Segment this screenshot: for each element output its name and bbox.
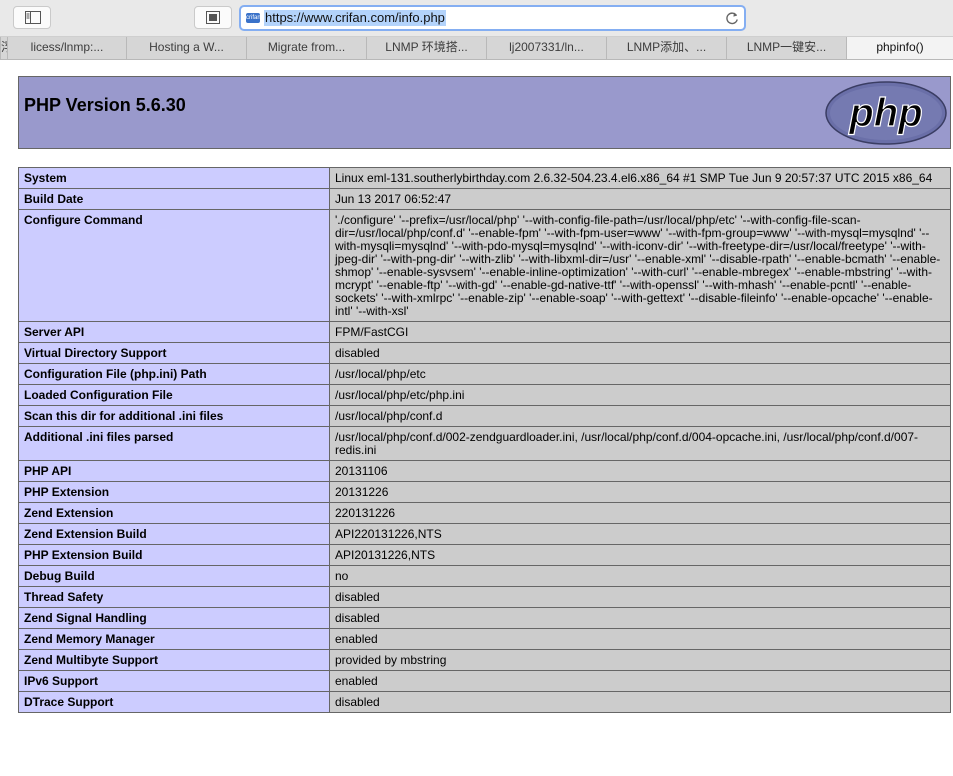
row-key: PHP Extension Build bbox=[18, 544, 330, 566]
row-value: 220131226 bbox=[329, 502, 951, 524]
tab[interactable]: licess/lnmp:... bbox=[7, 37, 126, 59]
tab[interactable]: 浮 bbox=[0, 37, 7, 59]
table-row: Thread Safety disabled bbox=[18, 586, 951, 608]
row-key: PHP Extension bbox=[18, 481, 330, 503]
row-value: provided by mbstring bbox=[329, 649, 951, 671]
row-value: disabled bbox=[329, 607, 951, 629]
row-key: DTrace Support bbox=[18, 691, 330, 713]
table-row: Configuration File (php.ini) Path/usr/lo… bbox=[18, 363, 951, 385]
tab[interactable]: lj2007331/ln... bbox=[486, 37, 606, 59]
row-value: Jun 13 2017 06:52:47 bbox=[329, 188, 951, 210]
row-value: API220131226,NTS bbox=[329, 523, 951, 545]
browser-toolbar: crifan https://www.crifan.com/info.php bbox=[0, 0, 953, 37]
row-value: /usr/local/php/etc/php.ini bbox=[329, 384, 951, 406]
table-row: Zend Signal Handling disabled bbox=[18, 607, 951, 629]
php-header: PHP Version 5.6.30 php bbox=[18, 76, 951, 149]
php-info-table: System Linux eml-131.southerlybirthday.co… bbox=[18, 167, 951, 713]
table-row: Server API FPM/FastCGI bbox=[18, 321, 951, 343]
row-key: Thread Safety bbox=[18, 586, 330, 608]
php-logo: php bbox=[825, 81, 947, 145]
row-value: no bbox=[329, 565, 951, 587]
row-key: Zend Extension Build bbox=[18, 523, 330, 545]
row-value: FPM/FastCGI bbox=[329, 321, 951, 343]
row-value: disabled bbox=[329, 691, 951, 713]
row-value: /usr/local/php/conf.d bbox=[329, 405, 951, 427]
row-key: Server API bbox=[18, 321, 330, 343]
table-row: Zend Multibyte Support provided by mbstri… bbox=[18, 649, 951, 671]
reload-icon[interactable] bbox=[724, 10, 740, 26]
page-title: PHP Version 5.6.30 bbox=[24, 95, 186, 115]
table-row: PHP API 20131106 bbox=[18, 460, 951, 482]
row-key: Configuration File (php.ini) Path bbox=[18, 363, 330, 385]
table-row: PHP Extension Build API20131226,NTS bbox=[18, 544, 951, 566]
row-key: Additional .ini files parsed bbox=[18, 426, 330, 461]
table-row: IPv6 Support enabled bbox=[18, 670, 951, 692]
row-value: enabled bbox=[329, 670, 951, 692]
row-value: 20131226 bbox=[329, 481, 951, 503]
table-row: Loaded Configuration File/usr/local/php/… bbox=[18, 384, 951, 406]
php-logo-text: php bbox=[848, 91, 922, 135]
tab[interactable]: LNMP一键安... bbox=[726, 37, 846, 59]
table-row: PHP Extension 20131226 bbox=[18, 481, 951, 503]
table-row: Virtual Directory Support disabled bbox=[18, 342, 951, 364]
table-row: Configure Command './configure' '--prefix… bbox=[18, 209, 951, 322]
table-row: Scan this dir for additional .ini files /… bbox=[18, 405, 951, 427]
row-key: Virtual Directory Support bbox=[18, 342, 330, 364]
row-key: PHP API bbox=[18, 460, 330, 482]
reader-view-button[interactable] bbox=[194, 6, 232, 29]
sidebar-toggle-button[interactable] bbox=[13, 6, 51, 29]
table-row: Zend Memory Manager enabled bbox=[18, 628, 951, 650]
row-key: Zend Extension bbox=[18, 502, 330, 524]
row-key: System bbox=[18, 167, 330, 189]
row-value: 20131106 bbox=[329, 460, 951, 482]
row-key: Debug Build bbox=[18, 565, 330, 587]
row-key: Zend Multibyte Support bbox=[18, 649, 330, 671]
row-value: disabled bbox=[329, 342, 951, 364]
tab-active[interactable]: phpinfo() bbox=[846, 37, 953, 59]
row-value: disabled bbox=[329, 586, 951, 608]
sidebar-icon bbox=[25, 11, 41, 24]
table-row: Additional .ini files parsed/usr/local/p… bbox=[18, 426, 951, 461]
table-row: DTrace Support disabled bbox=[18, 691, 951, 713]
table-row: Zend Extension 220131226 bbox=[18, 502, 951, 524]
row-key: Zend Signal Handling bbox=[18, 607, 330, 629]
reader-icon bbox=[206, 11, 220, 24]
tab-bar: 浮licess/lnmp:...Hosting a W...Migrate fr… bbox=[0, 37, 953, 60]
row-key: Scan this dir for additional .ini files bbox=[18, 405, 330, 427]
url-text[interactable]: https://www.crifan.com/info.php bbox=[264, 10, 446, 26]
row-key: Configure Command bbox=[18, 209, 330, 322]
table-row: Debug Build no bbox=[18, 565, 951, 587]
row-value: /usr/local/php/etc bbox=[329, 363, 951, 385]
row-value: /usr/local/php/conf.d/002-zendguardloade… bbox=[329, 426, 951, 461]
row-key: IPv6 Support bbox=[18, 670, 330, 692]
table-row: Build Date Jun 13 2017 06:52:47 bbox=[18, 188, 951, 210]
row-value: enabled bbox=[329, 628, 951, 650]
row-value: './configure' '--prefix=/usr/local/php' … bbox=[329, 209, 951, 322]
tab[interactable]: Hosting a W... bbox=[126, 37, 246, 59]
row-value: Linux eml-131.southerlybirthday.com 2.6.… bbox=[329, 167, 951, 189]
row-key: Zend Memory Manager bbox=[18, 628, 330, 650]
row-key: Loaded Configuration File bbox=[18, 384, 330, 406]
row-value: API20131226,NTS bbox=[329, 544, 951, 566]
tab[interactable]: LNMP 环境搭... bbox=[366, 37, 486, 59]
address-bar[interactable]: crifan https://www.crifan.com/info.php bbox=[239, 5, 746, 31]
table-row: Zend Extension Build API220131226,NTS bbox=[18, 523, 951, 545]
row-key: Build Date bbox=[18, 188, 330, 210]
site-favicon-icon: crifan bbox=[246, 13, 261, 23]
tab[interactable]: LNMP添加、... bbox=[606, 37, 726, 59]
table-row: System Linux eml-131.southerlybirthday.co… bbox=[18, 167, 951, 189]
tab[interactable]: Migrate from... bbox=[246, 37, 366, 59]
